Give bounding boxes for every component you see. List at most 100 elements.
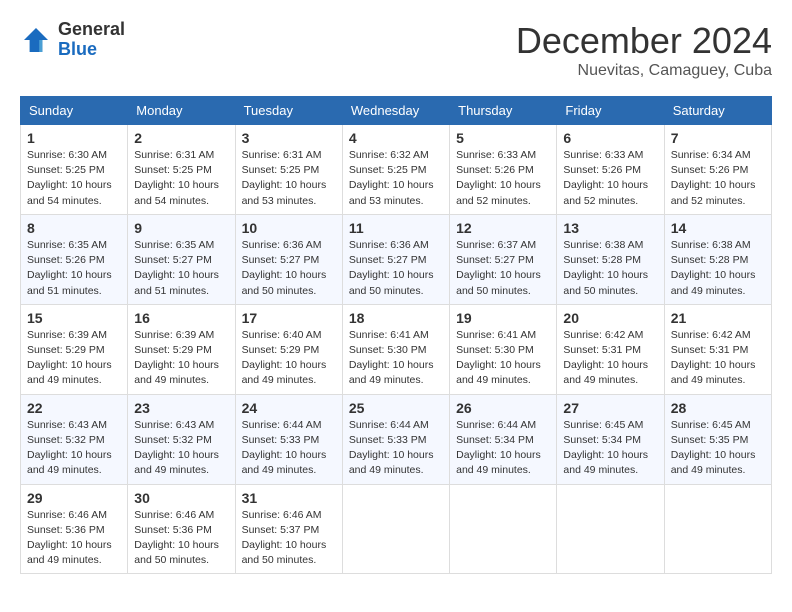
day-info: Sunrise: 6:44 AM Sunset: 5:33 PM Dayligh… <box>349 418 443 479</box>
table-row: 13 Sunrise: 6:38 AM Sunset: 5:28 PM Dayl… <box>557 214 664 304</box>
table-row: 7 Sunrise: 6:34 AM Sunset: 5:26 PM Dayli… <box>664 125 771 215</box>
day-info: Sunrise: 6:44 AM Sunset: 5:33 PM Dayligh… <box>242 418 336 479</box>
day-info: Sunrise: 6:33 AM Sunset: 5:26 PM Dayligh… <box>456 148 550 209</box>
table-row <box>557 484 664 574</box>
table-row: 26 Sunrise: 6:44 AM Sunset: 5:34 PM Dayl… <box>450 394 557 484</box>
col-sunday: Sunday <box>21 97 128 125</box>
day-number: 20 <box>563 310 657 326</box>
day-number: 11 <box>349 220 443 236</box>
table-row: 3 Sunrise: 6:31 AM Sunset: 5:25 PM Dayli… <box>235 125 342 215</box>
day-number: 12 <box>456 220 550 236</box>
table-row: 1 Sunrise: 6:30 AM Sunset: 5:25 PM Dayli… <box>21 125 128 215</box>
calendar-week-row: 22 Sunrise: 6:43 AM Sunset: 5:32 PM Dayl… <box>21 394 772 484</box>
day-info: Sunrise: 6:34 AM Sunset: 5:26 PM Dayligh… <box>671 148 765 209</box>
day-info: Sunrise: 6:38 AM Sunset: 5:28 PM Dayligh… <box>563 238 657 299</box>
day-number: 25 <box>349 400 443 416</box>
day-info: Sunrise: 6:31 AM Sunset: 5:25 PM Dayligh… <box>134 148 228 209</box>
day-number: 28 <box>671 400 765 416</box>
day-number: 13 <box>563 220 657 236</box>
day-info: Sunrise: 6:46 AM Sunset: 5:36 PM Dayligh… <box>134 508 228 569</box>
day-info: Sunrise: 6:30 AM Sunset: 5:25 PM Dayligh… <box>27 148 121 209</box>
logo-general-text: General <box>58 20 125 40</box>
day-number: 29 <box>27 490 121 506</box>
table-row: 29 Sunrise: 6:46 AM Sunset: 5:36 PM Dayl… <box>21 484 128 574</box>
page-header: General Blue December 2024 Nuevitas, Cam… <box>20 20 772 80</box>
day-info: Sunrise: 6:46 AM Sunset: 5:37 PM Dayligh… <box>242 508 336 569</box>
day-number: 7 <box>671 130 765 146</box>
day-info: Sunrise: 6:33 AM Sunset: 5:26 PM Dayligh… <box>563 148 657 209</box>
day-info: Sunrise: 6:39 AM Sunset: 5:29 PM Dayligh… <box>27 328 121 389</box>
day-number: 18 <box>349 310 443 326</box>
day-number: 10 <box>242 220 336 236</box>
col-tuesday: Tuesday <box>235 97 342 125</box>
table-row: 22 Sunrise: 6:43 AM Sunset: 5:32 PM Dayl… <box>21 394 128 484</box>
table-row <box>664 484 771 574</box>
table-row: 12 Sunrise: 6:37 AM Sunset: 5:27 PM Dayl… <box>450 214 557 304</box>
calendar-week-row: 15 Sunrise: 6:39 AM Sunset: 5:29 PM Dayl… <box>21 304 772 394</box>
day-number: 16 <box>134 310 228 326</box>
table-row: 15 Sunrise: 6:39 AM Sunset: 5:29 PM Dayl… <box>21 304 128 394</box>
day-info: Sunrise: 6:39 AM Sunset: 5:29 PM Dayligh… <box>134 328 228 389</box>
table-row: 30 Sunrise: 6:46 AM Sunset: 5:36 PM Dayl… <box>128 484 235 574</box>
table-row: 23 Sunrise: 6:43 AM Sunset: 5:32 PM Dayl… <box>128 394 235 484</box>
day-number: 27 <box>563 400 657 416</box>
day-info: Sunrise: 6:36 AM Sunset: 5:27 PM Dayligh… <box>242 238 336 299</box>
table-row: 18 Sunrise: 6:41 AM Sunset: 5:30 PM Dayl… <box>342 304 449 394</box>
day-info: Sunrise: 6:35 AM Sunset: 5:26 PM Dayligh… <box>27 238 121 299</box>
table-row: 24 Sunrise: 6:44 AM Sunset: 5:33 PM Dayl… <box>235 394 342 484</box>
table-row: 8 Sunrise: 6:35 AM Sunset: 5:26 PM Dayli… <box>21 214 128 304</box>
col-friday: Friday <box>557 97 664 125</box>
calendar-header-row: Sunday Monday Tuesday Wednesday Thursday… <box>21 97 772 125</box>
day-number: 17 <box>242 310 336 326</box>
day-info: Sunrise: 6:40 AM Sunset: 5:29 PM Dayligh… <box>242 328 336 389</box>
table-row: 2 Sunrise: 6:31 AM Sunset: 5:25 PM Dayli… <box>128 125 235 215</box>
calendar-week-row: 29 Sunrise: 6:46 AM Sunset: 5:36 PM Dayl… <box>21 484 772 574</box>
table-row: 31 Sunrise: 6:46 AM Sunset: 5:37 PM Dayl… <box>235 484 342 574</box>
col-monday: Monday <box>128 97 235 125</box>
day-info: Sunrise: 6:41 AM Sunset: 5:30 PM Dayligh… <box>456 328 550 389</box>
day-number: 19 <box>456 310 550 326</box>
day-number: 4 <box>349 130 443 146</box>
title-block: December 2024 Nuevitas, Camaguey, Cuba <box>516 20 772 80</box>
logo-icon <box>20 24 52 56</box>
day-number: 3 <box>242 130 336 146</box>
day-info: Sunrise: 6:43 AM Sunset: 5:32 PM Dayligh… <box>27 418 121 479</box>
day-info: Sunrise: 6:36 AM Sunset: 5:27 PM Dayligh… <box>349 238 443 299</box>
table-row: 28 Sunrise: 6:45 AM Sunset: 5:35 PM Dayl… <box>664 394 771 484</box>
table-row: 9 Sunrise: 6:35 AM Sunset: 5:27 PM Dayli… <box>128 214 235 304</box>
table-row: 4 Sunrise: 6:32 AM Sunset: 5:25 PM Dayli… <box>342 125 449 215</box>
day-number: 14 <box>671 220 765 236</box>
calendar-week-row: 1 Sunrise: 6:30 AM Sunset: 5:25 PM Dayli… <box>21 125 772 215</box>
table-row: 16 Sunrise: 6:39 AM Sunset: 5:29 PM Dayl… <box>128 304 235 394</box>
table-row: 14 Sunrise: 6:38 AM Sunset: 5:28 PM Dayl… <box>664 214 771 304</box>
day-info: Sunrise: 6:35 AM Sunset: 5:27 PM Dayligh… <box>134 238 228 299</box>
day-number: 6 <box>563 130 657 146</box>
table-row: 19 Sunrise: 6:41 AM Sunset: 5:30 PM Dayl… <box>450 304 557 394</box>
day-number: 23 <box>134 400 228 416</box>
table-row: 6 Sunrise: 6:33 AM Sunset: 5:26 PM Dayli… <box>557 125 664 215</box>
table-row: 21 Sunrise: 6:42 AM Sunset: 5:31 PM Dayl… <box>664 304 771 394</box>
calendar-week-row: 8 Sunrise: 6:35 AM Sunset: 5:26 PM Dayli… <box>21 214 772 304</box>
day-number: 2 <box>134 130 228 146</box>
table-row <box>342 484 449 574</box>
day-info: Sunrise: 6:45 AM Sunset: 5:35 PM Dayligh… <box>671 418 765 479</box>
day-number: 15 <box>27 310 121 326</box>
day-info: Sunrise: 6:43 AM Sunset: 5:32 PM Dayligh… <box>134 418 228 479</box>
logo-blue-text: Blue <box>58 40 125 60</box>
day-info: Sunrise: 6:45 AM Sunset: 5:34 PM Dayligh… <box>563 418 657 479</box>
day-number: 31 <box>242 490 336 506</box>
day-info: Sunrise: 6:37 AM Sunset: 5:27 PM Dayligh… <box>456 238 550 299</box>
table-row: 27 Sunrise: 6:45 AM Sunset: 5:34 PM Dayl… <box>557 394 664 484</box>
day-number: 26 <box>456 400 550 416</box>
day-number: 21 <box>671 310 765 326</box>
day-info: Sunrise: 6:44 AM Sunset: 5:34 PM Dayligh… <box>456 418 550 479</box>
col-saturday: Saturday <box>664 97 771 125</box>
day-info: Sunrise: 6:42 AM Sunset: 5:31 PM Dayligh… <box>671 328 765 389</box>
table-row <box>450 484 557 574</box>
day-info: Sunrise: 6:38 AM Sunset: 5:28 PM Dayligh… <box>671 238 765 299</box>
day-info: Sunrise: 6:46 AM Sunset: 5:36 PM Dayligh… <box>27 508 121 569</box>
month-title: December 2024 <box>516 20 772 62</box>
day-number: 22 <box>27 400 121 416</box>
table-row: 10 Sunrise: 6:36 AM Sunset: 5:27 PM Dayl… <box>235 214 342 304</box>
table-row: 25 Sunrise: 6:44 AM Sunset: 5:33 PM Dayl… <box>342 394 449 484</box>
